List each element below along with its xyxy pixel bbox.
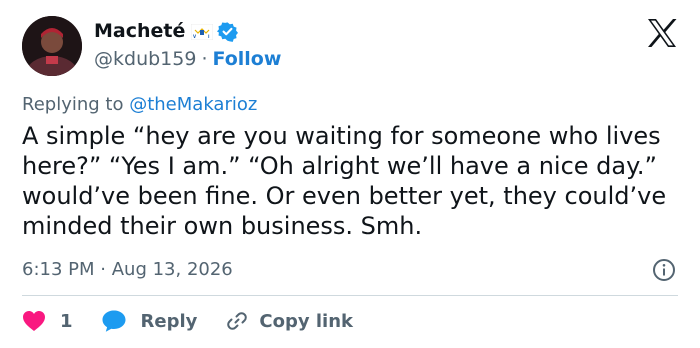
copy-link-label: Copy link [259,310,353,332]
tweet-timestamp[interactable]: 6:13 PM · Aug 13, 2026 [22,259,233,280]
divider [22,295,678,296]
separator-dot: · [201,48,208,70]
action-bar: 1 Reply Copy link [22,307,353,335]
author-name[interactable]: Macheté [94,20,185,42]
replying-to-line: Replying to @theMakarioz [22,94,257,115]
x-logo-icon[interactable] [646,18,678,48]
author-name-row[interactable]: Macheté V I [94,20,239,42]
replying-prefix: Replying to [22,94,124,115]
tweet-time[interactable]: 6:13 PM [22,259,95,280]
speech-bubble-icon [102,310,126,332]
copy-link-button[interactable]: Copy link [225,309,353,333]
tweet-date[interactable]: Aug 13, 2026 [112,259,233,280]
handle-row: @kdub159 · Follow [94,48,281,70]
replying-to-mention[interactable]: @theMakarioz [129,94,257,115]
us-virgin-islands-flag-icon: V I [191,23,214,41]
link-icon [227,312,248,330]
reply-label: Reply [140,310,198,332]
timestamp-separator: · [100,259,106,280]
avatar[interactable] [22,16,82,76]
author-handle[interactable]: @kdub159 [94,48,196,70]
verified-badge-icon [217,21,239,42]
like-count: 1 [60,310,73,332]
reply-button[interactable]: Reply [101,309,198,333]
tweet-text: A simple “hey are you waiting for someon… [22,122,667,240]
info-icon[interactable] [652,258,676,282]
heart-icon[interactable] [22,310,46,332]
follow-button[interactable]: Follow [212,48,281,70]
like-button[interactable]: 1 [22,310,73,332]
